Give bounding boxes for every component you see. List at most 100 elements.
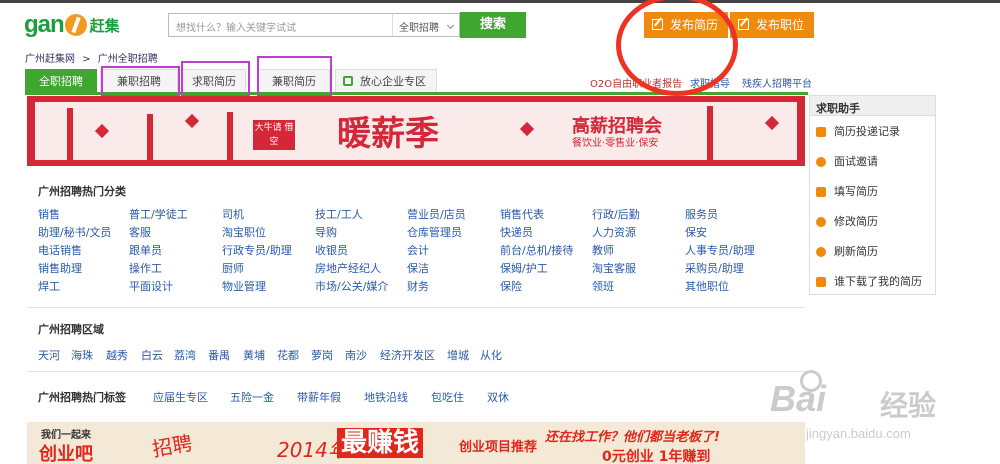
category-link[interactable]: 房地产经纪人 — [315, 260, 381, 276]
category-link[interactable]: 保安 — [685, 224, 707, 240]
sidebar-item-interview-invites[interactable]: 面试邀请 — [816, 153, 878, 171]
link-o2o-report[interactable]: O2O自由职业者报告 — [590, 75, 682, 90]
post-resume-button[interactable]: 发布简历 — [644, 12, 729, 38]
region-link[interactable]: 萝岗 — [311, 347, 333, 363]
category-link[interactable]: 市场/公关/媒介 — [315, 278, 388, 294]
category-link[interactable]: 淘宝职位 — [222, 224, 266, 240]
sidebar-item-delivery-records[interactable]: 简历投递记录 — [816, 123, 900, 141]
category-link[interactable]: 普工/学徒工 — [129, 206, 188, 222]
tag-link[interactable]: 双休 — [487, 389, 509, 405]
refresh-icon — [816, 247, 826, 257]
promo-banner[interactable]: 大牛请 借空 暖薪季 高薪招聘会 餐饮业·零售业·保安 — [27, 96, 805, 166]
sidebar-item-label: 简历投递记录 — [834, 125, 900, 138]
region-link[interactable]: 天河 — [38, 347, 60, 363]
category-link[interactable]: 收银员 — [315, 242, 348, 258]
category-link[interactable]: 保险 — [500, 278, 522, 294]
category-link[interactable]: 采购员/助理 — [685, 260, 744, 276]
tag-link[interactable]: 包吃住 — [431, 389, 464, 405]
region-link[interactable]: 从化 — [480, 347, 502, 363]
document-icon — [816, 127, 826, 137]
sidebar-item-edit-resume[interactable]: 修改简历 — [816, 213, 878, 231]
category-link[interactable]: 保姆/护工 — [500, 260, 548, 276]
category-link[interactable]: 操作工 — [129, 260, 162, 276]
category-link[interactable]: 销售代表 — [500, 206, 544, 222]
bell-icon — [816, 157, 826, 167]
category-link[interactable]: 教师 — [592, 242, 614, 258]
region-link[interactable]: 南沙 — [345, 347, 367, 363]
tag-link[interactable]: 五险一金 — [230, 389, 274, 405]
sidebar-item-fill-resume[interactable]: 填写简历 — [816, 183, 878, 201]
category-link[interactable]: 厨师 — [222, 260, 244, 276]
tab-parttime-jobs[interactable]: 兼职招聘 — [100, 69, 178, 92]
search-button[interactable]: 搜索 — [460, 12, 526, 38]
watermark-url: jingyan.baidu.com — [806, 426, 911, 441]
region-link[interactable]: 海珠 — [71, 347, 93, 363]
category-link[interactable]: 人事专员/助理 — [685, 242, 755, 258]
panel-title: 求职助手 — [810, 96, 935, 116]
category-link[interactable]: 导购 — [315, 224, 337, 240]
region-link[interactable]: 番禺 — [208, 347, 230, 363]
category-link[interactable]: 技工/工人 — [315, 206, 363, 222]
category-link[interactable]: 仓库管理员 — [407, 224, 462, 240]
banner-figure-icon — [67, 108, 73, 160]
category-link[interactable]: 跟单员 — [129, 242, 162, 258]
tag-link[interactable]: 地铁沿线 — [364, 389, 408, 405]
category-link[interactable]: 电话销售 — [38, 242, 82, 258]
region-link[interactable]: 增城 — [447, 347, 469, 363]
region-link[interactable]: 越秀 — [106, 347, 128, 363]
category-link[interactable]: 销售助理 — [38, 260, 82, 276]
shield-check-icon — [343, 76, 353, 86]
tab-parttime-resumes[interactable]: 兼职简历 — [258, 69, 330, 92]
category-link[interactable]: 客服 — [129, 224, 151, 240]
category-link[interactable]: 司机 — [222, 206, 244, 222]
region-link[interactable]: 白云 — [141, 347, 163, 363]
ad-banner[interactable]: 我们一起来 创业吧 招聘 2014年 最赚钱 创业项目推荐 还在找工作？他们都当… — [27, 422, 805, 464]
banner-figure-icon — [147, 114, 153, 160]
category-link[interactable]: 销售 — [38, 206, 60, 222]
sidebar-item-label: 谁下载了我的简历 — [834, 275, 922, 288]
region-link[interactable]: 黄埔 — [243, 347, 265, 363]
link-job-guide[interactable]: 求职指导 — [690, 75, 730, 90]
tab-trusted-companies[interactable]: 放心企业专区 — [335, 69, 437, 92]
divider — [27, 371, 805, 372]
download-icon — [816, 277, 826, 287]
category-link[interactable]: 平面设计 — [129, 278, 173, 294]
categories-title: 广州招聘热门分类 — [38, 185, 126, 198]
category-link[interactable]: 保洁 — [407, 260, 429, 276]
sidebar-item-refresh-resume[interactable]: 刷新简历 — [816, 243, 878, 261]
region-link[interactable]: 花都 — [277, 347, 299, 363]
category-link[interactable]: 财务 — [407, 278, 429, 294]
category-link[interactable]: 物业管理 — [222, 278, 266, 294]
category-link[interactable]: 人力资源 — [592, 224, 636, 240]
tag-link[interactable]: 应届生专区 — [153, 389, 208, 405]
search-scope-select[interactable]: 全职招聘 — [392, 13, 460, 37]
ad-text: 0元创业 1年赚到 — [602, 449, 711, 464]
category-link[interactable]: 行政/后勤 — [592, 206, 640, 222]
category-link[interactable]: 淘宝客服 — [592, 260, 636, 276]
breadcrumb-home[interactable]: 广州赶集网 — [25, 54, 75, 65]
banner-figure-icon — [227, 112, 233, 160]
category-link[interactable]: 助理/秘书/文员 — [38, 224, 111, 240]
category-link[interactable]: 其他职位 — [685, 278, 729, 294]
ganji-logo[interactable]: gan 赶集 — [24, 10, 120, 40]
pin-icon — [816, 217, 826, 227]
category-link[interactable]: 快递员 — [500, 224, 533, 240]
watermark-cn: 经验 — [880, 390, 937, 421]
ad-text: 招聘 — [150, 430, 195, 462]
tab-fulltime-jobs[interactable]: 全职招聘 — [25, 69, 97, 92]
tab-job-resumes[interactable]: 求职简历 — [182, 69, 246, 92]
post-job-button[interactable]: 发布职位 — [730, 12, 815, 38]
category-link[interactable]: 营业员/店员 — [407, 206, 466, 222]
region-link[interactable]: 经济开发区 — [380, 347, 435, 363]
category-link[interactable]: 会计 — [407, 242, 429, 258]
sidebar-item-who-downloaded[interactable]: 谁下载了我的简历 — [816, 273, 922, 291]
category-link[interactable]: 前台/总机/接待 — [500, 242, 573, 258]
category-link[interactable]: 服务员 — [685, 206, 718, 222]
category-link[interactable]: 行政专员/助理 — [222, 242, 292, 258]
region-link[interactable]: 荔湾 — [174, 347, 196, 363]
tag-link[interactable]: 带薪年假 — [297, 389, 341, 405]
link-disabled-recruit[interactable]: 残疾人招聘平台 — [742, 75, 812, 90]
category-link[interactable]: 领班 — [592, 278, 614, 294]
category-link[interactable]: 焊工 — [38, 278, 60, 294]
breadcrumb-current[interactable]: 广州全职招聘 — [98, 54, 158, 65]
